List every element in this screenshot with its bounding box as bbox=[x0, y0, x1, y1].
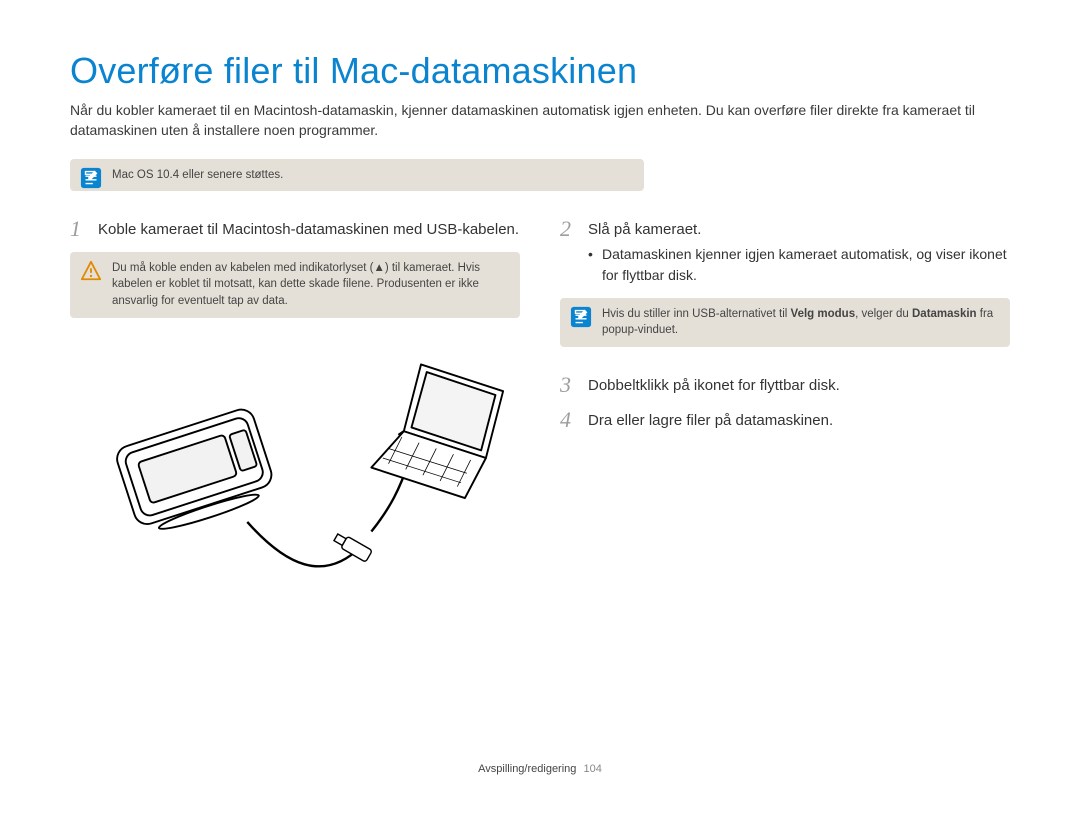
step-2-bullet: Datamaskinen kjenner igjen kameraet auto… bbox=[588, 244, 1010, 286]
step-3-text: Dobbeltklikk på ikonet for flyttbar disk… bbox=[588, 373, 1010, 398]
note-icon bbox=[570, 306, 592, 328]
connection-illustration bbox=[70, 344, 520, 614]
step-4-number: 4 bbox=[560, 408, 578, 433]
step-2: 2 Slå på kameraet. Datamaskinen kjenner … bbox=[560, 217, 1010, 286]
warning-text: Du må koble enden av kabelen med indikat… bbox=[112, 262, 480, 307]
note-box-right: Hvis du stiller inn USB-alternativet til… bbox=[560, 298, 1010, 347]
note-icon bbox=[80, 167, 102, 189]
right-column: 2 Slå på kameraet. Datamaskinen kjenner … bbox=[560, 217, 1010, 614]
page-footer: Avspilling/redigering 104 bbox=[0, 763, 1080, 775]
footer-page-number: 104 bbox=[583, 763, 601, 775]
note-right-text: Hvis du stiller inn USB-alternativet til… bbox=[602, 308, 993, 337]
note-top-text: Mac OS 10.4 eller senere støttes. bbox=[112, 169, 283, 181]
step-1-number: 1 bbox=[70, 217, 88, 242]
step-4-text: Dra eller lagre filer på datamaskinen. bbox=[588, 408, 1010, 433]
left-column: 1 Koble kameraet til Macintosh-datamaski… bbox=[70, 217, 520, 614]
page-title: Overføre filer til Mac-datamaskinen bbox=[70, 50, 1010, 92]
warning-box: Du må koble enden av kabelen med indikat… bbox=[70, 252, 520, 318]
step-1: 1 Koble kameraet til Macintosh-datamaski… bbox=[70, 217, 520, 242]
footer-section: Avspilling/redigering bbox=[478, 763, 576, 775]
warning-icon bbox=[80, 260, 102, 282]
step-3: 3 Dobbeltklikk på ikonet for flyttbar di… bbox=[560, 373, 1010, 398]
step-1-text: Koble kameraet til Macintosh-datamaskine… bbox=[98, 217, 520, 242]
intro-text: Når du kobler kameraet til en Macintosh-… bbox=[70, 100, 1010, 141]
step-2-text: Slå på kameraet. bbox=[588, 219, 1010, 242]
step-4: 4 Dra eller lagre filer på datamaskinen. bbox=[560, 408, 1010, 433]
note-box-top: Mac OS 10.4 eller senere støttes. bbox=[70, 159, 644, 192]
step-3-number: 3 bbox=[560, 373, 578, 398]
step-2-number: 2 bbox=[560, 217, 578, 286]
